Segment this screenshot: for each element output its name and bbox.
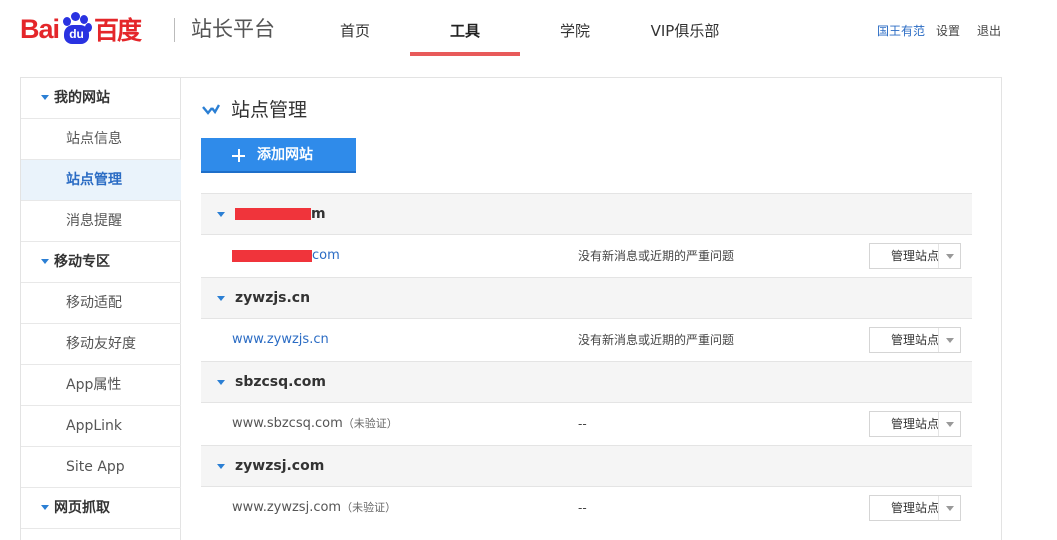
dropdown-caret-icon[interactable]: [938, 244, 960, 268]
caret-down-icon: [41, 95, 49, 100]
site-url-link[interactable]: com: [232, 235, 340, 277]
caret-down-icon: [217, 380, 225, 385]
manage-site-label: 管理站点: [891, 501, 940, 515]
unverified-label: （未验证）: [342, 417, 398, 430]
site-url-link[interactable]: www.zywzjs.cn: [232, 319, 329, 361]
user-name-link[interactable]: 国王有范: [877, 22, 925, 40]
logout-link[interactable]: 退出: [977, 22, 1001, 40]
sidebar-item-site-management[interactable]: 站点管理: [21, 160, 181, 201]
top-header: Bai du 百度 站长平台 首页 工具 学院 VIP俱乐部 国王有范 设置 退…: [0, 0, 1057, 56]
redacted-block: [235, 208, 311, 220]
site-group-name: zywzjs.cn: [235, 290, 311, 306]
manage-site-label: 管理站点: [891, 333, 940, 347]
caret-down-icon: [217, 296, 225, 301]
sidebar-group-my-sites[interactable]: 我的网站: [21, 78, 181, 119]
main-panel: 我的网站 站点信息 站点管理 消息提醒 移动专区 移动适配 移动友好度 App属…: [20, 77, 1002, 540]
logo-chinese-part: 百度: [94, 16, 142, 45]
unverified-label: （未验证）: [341, 501, 397, 514]
sidebar-item-applink[interactable]: AppLink: [21, 406, 181, 447]
site-row: www.sbzcsq.com（未验证） -- 管理站点: [201, 403, 972, 445]
paw-icon: du: [60, 12, 93, 46]
site-group-name: sbzcsq.com: [235, 374, 326, 390]
caret-down-icon: [217, 212, 225, 217]
site-title: 站长平台: [191, 17, 275, 41]
sidebar-group-mobile[interactable]: 移动专区: [21, 242, 181, 283]
site-status: 没有新消息或近期的严重问题: [578, 249, 735, 263]
add-site-button[interactable]: 添加网站: [201, 138, 356, 173]
redacted-block: [232, 249, 312, 262]
content-area: 站点管理 添加网站 m com 没有新消息或近期的严重问题 管理站点 zywzj…: [181, 78, 1001, 540]
add-site-label: 添加网站: [257, 147, 313, 163]
nav-home[interactable]: 首页: [320, 0, 390, 56]
sidebar: 我的网站 站点信息 站点管理 消息提醒 移动专区 移动适配 移动友好度 App属…: [21, 78, 181, 540]
site-row: www.zywzsj.com（未验证） -- 管理站点: [201, 487, 972, 529]
manage-site-label: 管理站点: [891, 417, 940, 431]
caret-down-icon: [41, 505, 49, 510]
page-title: 站点管理: [231, 99, 308, 121]
plus-icon: [232, 149, 245, 162]
site-group-row[interactable]: sbzcsq.com: [201, 361, 972, 403]
site-group-name: zywzsj.com: [235, 458, 325, 474]
dropdown-caret-icon[interactable]: [938, 496, 960, 520]
site-group-row[interactable]: zywzjs.cn: [201, 277, 972, 319]
check-mark-icon: [202, 104, 220, 115]
sidebar-group-label: 我的网站: [54, 90, 110, 106]
manage-site-button[interactable]: 管理站点: [869, 327, 961, 353]
sidebar-group-crawl[interactable]: 网页抓取: [21, 488, 181, 529]
caret-down-icon: [217, 464, 225, 469]
sidebar-item-site-app[interactable]: Site App: [21, 447, 181, 488]
settings-link[interactable]: 设置: [936, 22, 960, 40]
site-url-link[interactable]: www.zywzsj.com（未验证）: [232, 487, 396, 529]
manage-site-button[interactable]: 管理站点: [869, 243, 961, 269]
site-status: 没有新消息或近期的严重问题: [578, 333, 735, 347]
sidebar-item-message-reminder[interactable]: 消息提醒: [21, 201, 181, 242]
dropdown-caret-icon[interactable]: [938, 328, 960, 352]
site-row: www.zywzjs.cn 没有新消息或近期的严重问题 管理站点: [201, 319, 972, 361]
sidebar-group-label: 移动专区: [54, 254, 110, 270]
baidu-logo[interactable]: Bai du 百度: [20, 12, 142, 46]
logo-latin-part: Bai: [20, 13, 60, 44]
nav-vip-club[interactable]: VIP俱乐部: [640, 0, 730, 56]
site-row: com 没有新消息或近期的严重问题 管理站点: [201, 235, 972, 277]
caret-down-icon: [41, 259, 49, 264]
sidebar-item-mobile-adapt[interactable]: 移动适配: [21, 283, 181, 324]
nav-academy[interactable]: 学院: [540, 0, 610, 56]
manage-site-label: 管理站点: [891, 249, 940, 263]
logo-divider: [174, 18, 175, 42]
site-status: --: [578, 501, 587, 515]
site-group-name: m: [235, 194, 326, 234]
logo-paw-text: du: [64, 25, 90, 44]
manage-site-button[interactable]: 管理站点: [869, 411, 961, 437]
site-url-link[interactable]: www.sbzcsq.com（未验证）: [232, 403, 398, 445]
site-status: --: [578, 417, 587, 431]
sidebar-group-label: 网页抓取: [54, 500, 110, 516]
nav-tools[interactable]: 工具: [410, 0, 520, 56]
manage-site-button[interactable]: 管理站点: [869, 495, 961, 521]
site-group-row[interactable]: zywzsj.com: [201, 445, 972, 487]
sidebar-item-app-property[interactable]: App属性: [21, 365, 181, 406]
dropdown-caret-icon[interactable]: [938, 412, 960, 436]
site-group-row[interactable]: m: [201, 193, 972, 235]
sidebar-item-site-info[interactable]: 站点信息: [21, 119, 181, 160]
sidebar-item-mobile-friendly[interactable]: 移动友好度: [21, 324, 181, 365]
